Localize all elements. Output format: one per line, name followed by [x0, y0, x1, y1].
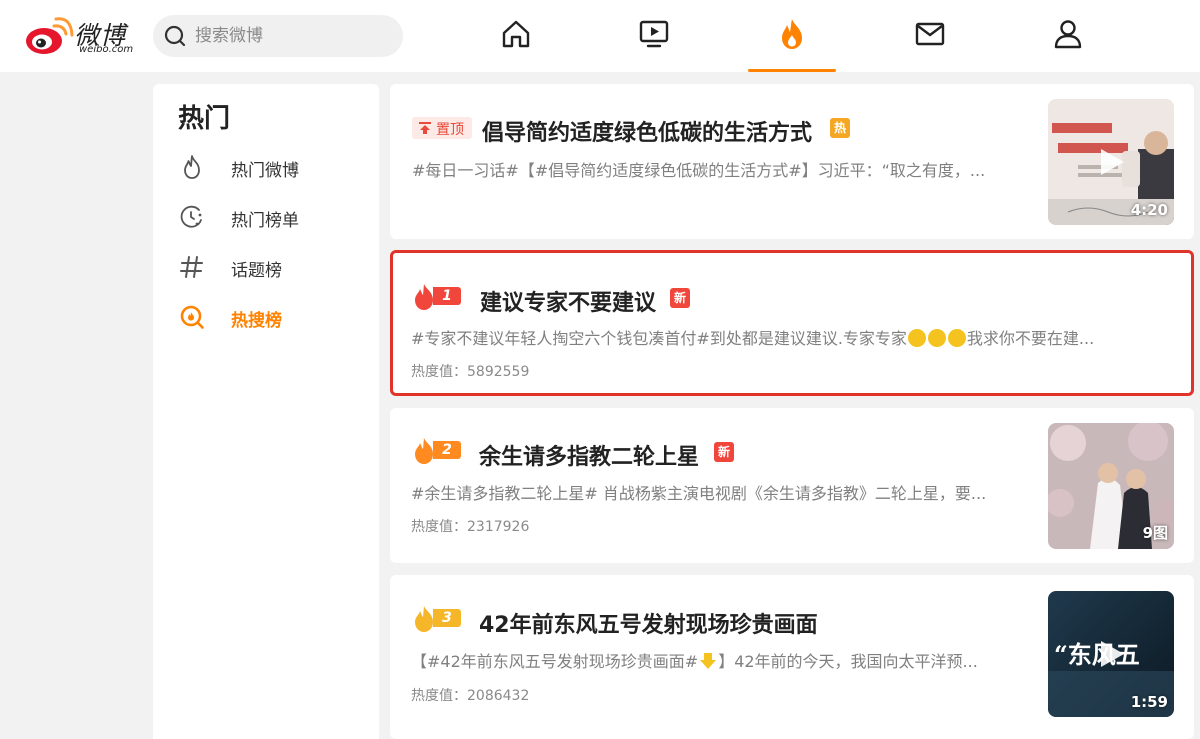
sidebar-item-label: 话题榜 [231, 261, 282, 281]
heat-value: 热度值：2086432 [411, 688, 530, 704]
rank-badge: 1 [411, 283, 469, 310]
feed-card-rank-1[interactable]: 1 建议专家不要建议 新 #专家不建议年轻人掏空六个钱包凑首付#到处都是建议建议… [390, 250, 1194, 396]
new-tag: 新 [670, 288, 690, 308]
nav-messages[interactable] [910, 14, 950, 54]
feed-title[interactable]: 建议专家不要建议 [480, 285, 656, 317]
nav-video[interactable] [634, 14, 674, 54]
search-icon [164, 25, 186, 47]
weibo-eye-logo-icon [26, 17, 74, 54]
heat-value: 热度值：2317926 [411, 519, 530, 535]
sidebar: 热门 热门微博 热门榜单 话题榜 热搜榜 [153, 84, 379, 739]
pin-up-arrow-icon [419, 122, 431, 134]
description-text: #专家不建议年轻人掏空六个钱包凑首付#到处都是建议建议.专家专家 [411, 329, 907, 348]
laugh-cry-emoji-icon [947, 329, 966, 347]
sidebar-item-label: 热门榜单 [231, 211, 299, 231]
description-text: 我求你不要在建... [966, 329, 1095, 348]
flame-outline-icon [184, 155, 200, 179]
sidebar-item-hot-weibo[interactable]: 热门微博 [177, 148, 367, 184]
feed-card-rank-3[interactable]: 3 42年前东风五号发射现场珍贵画面 【#42年前东风五号发射现场珍贵画面# 】4… [390, 575, 1194, 739]
feed-card-rank-2[interactable]: 2 余生请多指教二轮上星 新 #余生请多指教二轮上星# 肖战杨紫主演电视剧《余生… [390, 408, 1194, 563]
sidebar-item-topics[interactable]: 话题榜 [177, 248, 367, 284]
top-bar: 微博 weibo.com [0, 0, 1200, 72]
sidebar-item-label: 热搜榜 [231, 311, 282, 331]
play-icon [1101, 641, 1124, 667]
description-text: 】42年前的今天，我国向太平洋预... [718, 652, 978, 671]
play-icon [1101, 149, 1124, 175]
description-text: 【#42年前东风五号发射现场珍贵画面# [411, 652, 699, 671]
feed-title[interactable]: 余生请多指教二轮上星 [479, 439, 699, 471]
laugh-cry-emoji-icon [927, 329, 946, 347]
search-input[interactable] [195, 15, 395, 57]
image-count: 9图 [1142, 524, 1168, 542]
hot-tag: 热 [830, 118, 850, 138]
profile-icon [1054, 20, 1082, 49]
thumbnail-caption: “东风五 [1054, 640, 1140, 669]
feed-description: #余生请多指教二轮上星# 肖战杨紫主演电视剧《余生请多指教》二轮上星，要... [411, 484, 987, 503]
logo-subtext: weibo.com [79, 44, 134, 55]
rank-badge: 3 [411, 605, 469, 632]
video-thumbnail[interactable]: 4:20 [1048, 99, 1174, 225]
sidebar-item-label: 热门微博 [231, 161, 299, 181]
sidebar-item-hot-list[interactable]: 热门榜单 [177, 198, 367, 234]
hot-search-icon [180, 305, 204, 329]
clock-list-icon [180, 205, 202, 228]
home-icon [502, 20, 530, 48]
video-thumbnail[interactable]: “东风五 1:59 [1048, 591, 1174, 717]
rank-number: 2 [433, 441, 461, 459]
pointing-down-emoji-icon [700, 653, 717, 669]
video-duration: 4:20 [1130, 201, 1168, 219]
video-duration: 1:59 [1130, 693, 1168, 711]
active-nav-indicator [748, 69, 836, 72]
hot-flame-icon [782, 19, 802, 49]
feed-card-pinned[interactable]: 置顶 倡导简约适度绿色低碳的生活方式 热 #每日一习话#【#倡导简约适度绿色低碳… [390, 84, 1194, 239]
pinned-label: 置顶 [436, 122, 464, 138]
new-tag: 新 [714, 442, 734, 462]
feed-description: #每日一习话#【#倡导简约适度绿色低碳的生活方式#】习近平：“取之有度，... [412, 161, 986, 180]
feed-description: 【#42年前东风五号发射现场珍贵画面# 】42年前的今天，我国向太平洋预... [411, 648, 1033, 672]
nav-hot[interactable] [772, 14, 812, 54]
feed-title[interactable]: 倡导简约适度绿色低碳的生活方式 [482, 115, 812, 147]
pinned-badge: 置顶 [412, 117, 472, 139]
sidebar-item-hot-search[interactable]: 热搜榜 [177, 298, 367, 334]
nav-home[interactable] [496, 14, 536, 54]
mail-icon [915, 22, 945, 46]
weibo-logo[interactable]: 微博 weibo.com [24, 14, 138, 58]
heat-value: 热度值：5892559 [411, 364, 530, 380]
search-box[interactable] [153, 15, 403, 57]
rank-number: 1 [433, 287, 461, 305]
video-icon [639, 20, 669, 48]
sidebar-title: 热门 [178, 104, 231, 134]
feed-title[interactable]: 42年前东风五号发射现场珍贵画面 [479, 607, 818, 639]
nav-profile[interactable] [1048, 14, 1088, 54]
laugh-cry-emoji-icon [907, 329, 926, 347]
feed-description: #专家不建议年轻人掏空六个钱包凑首付#到处都是建议建议.专家专家 我求你不要在建.… [411, 325, 1171, 349]
hashtag-icon [180, 256, 203, 278]
rank-number: 3 [433, 609, 461, 627]
rank-badge: 2 [411, 437, 469, 464]
image-thumbnail[interactable]: 9图 [1048, 423, 1174, 549]
